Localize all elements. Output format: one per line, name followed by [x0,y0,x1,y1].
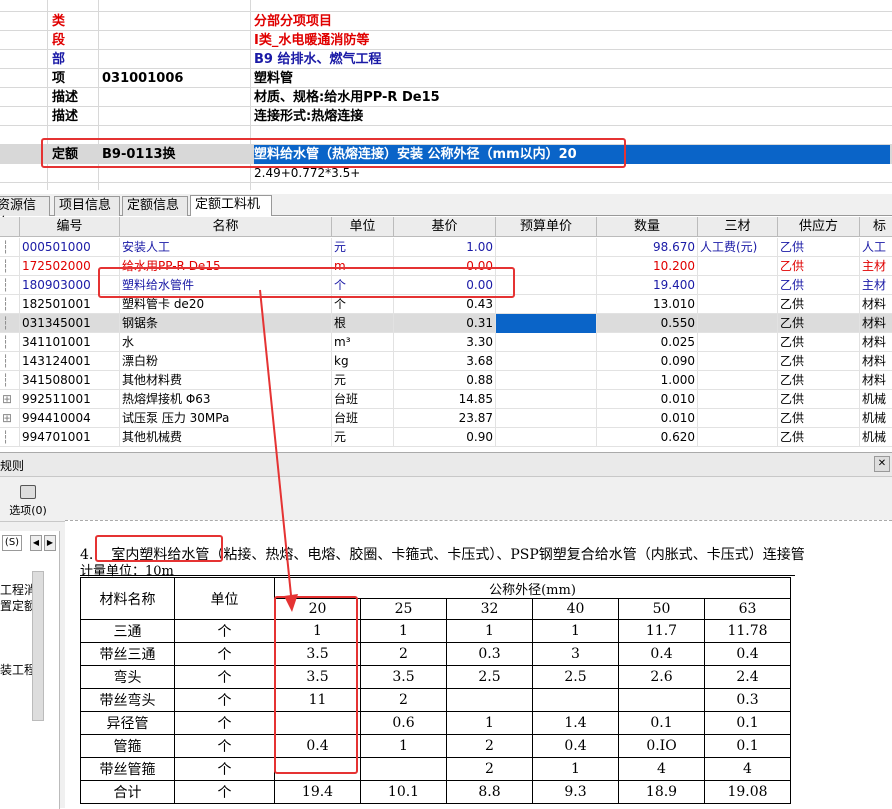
annotation-arrow [259,289,298,612]
